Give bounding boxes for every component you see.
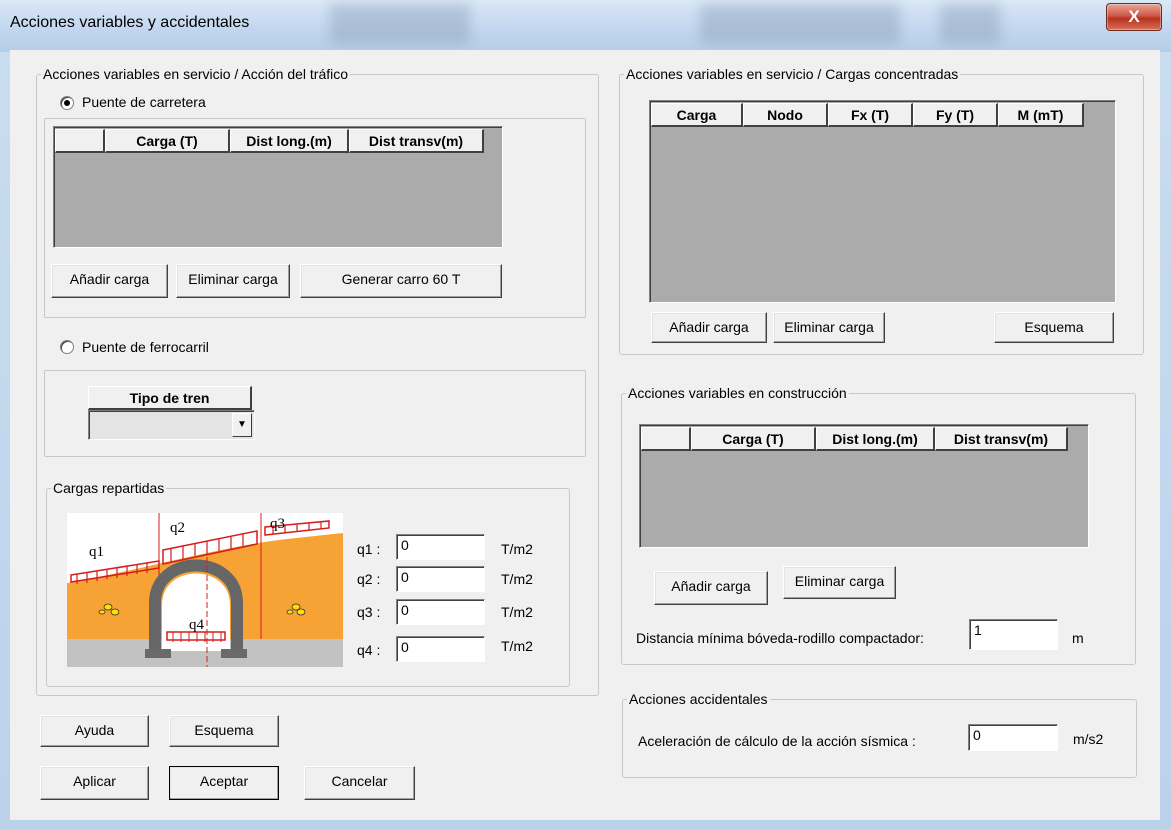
- cancel-button[interactable]: Cancelar: [304, 766, 415, 800]
- concentradas-col-m[interactable]: M (mT): [998, 103, 1084, 127]
- diagram-label-q4: q4: [189, 617, 205, 633]
- distance-unit: m: [1072, 630, 1084, 646]
- close-button[interactable]: X: [1106, 3, 1162, 31]
- q3-label: q3 :: [357, 604, 381, 620]
- construccion-col-dist-long[interactable]: Dist long.(m): [816, 427, 935, 451]
- trafico-col-dist-long[interactable]: Dist long.(m): [230, 129, 349, 153]
- generate-carro-button[interactable]: Generar carro 60 T: [300, 264, 502, 298]
- apply-button[interactable]: Aplicar: [40, 766, 149, 800]
- trafico-load-table[interactable]: Carga (T) Dist long.(m) Dist transv(m): [53, 126, 503, 248]
- trafico-legend: Acciones variables en servicio / Acción …: [43, 66, 349, 82]
- q1-unit: T/m2: [501, 541, 533, 557]
- q3-input[interactable]: 0: [396, 599, 485, 625]
- sismica-unit: m/s2: [1073, 731, 1104, 747]
- concentradas-col-carga[interactable]: Carga: [651, 103, 743, 127]
- tunnel-diagram: q1 q2 q3 q4: [67, 513, 343, 667]
- construccion-add-button[interactable]: Añadir carga: [654, 571, 768, 605]
- diagram-label-q2: q2: [170, 520, 185, 536]
- distance-label: Distancia mínima bóveda-rodillo compacta…: [636, 630, 924, 646]
- distance-input[interactable]: 1: [969, 619, 1058, 650]
- diagram-label-q1: q1: [89, 544, 104, 560]
- concentradas-add-button[interactable]: Añadir carga: [651, 312, 767, 343]
- concentradas-remove-button[interactable]: Eliminar carga: [773, 312, 885, 343]
- construccion-remove-button[interactable]: Eliminar carga: [783, 566, 896, 599]
- trafico-add-button[interactable]: Añadir carga: [51, 264, 168, 298]
- help-button[interactable]: Ayuda: [40, 715, 149, 747]
- q2-input[interactable]: 0: [396, 566, 485, 592]
- scheme-button[interactable]: Esquema: [169, 715, 279, 747]
- concentradas-col-fy[interactable]: Fy (T): [913, 103, 998, 127]
- q2-unit: T/m2: [501, 571, 533, 587]
- trafico-col-dist-transv[interactable]: Dist transv(m): [349, 129, 484, 153]
- chevron-down-icon[interactable]: ▼: [232, 413, 252, 437]
- q4-unit: T/m2: [501, 638, 533, 654]
- q2-label: q2 :: [357, 571, 381, 587]
- construccion-table[interactable]: Carga (T) Dist long.(m) Dist transv(m): [639, 424, 1089, 548]
- concentradas-table[interactable]: Carga Nodo Fx (T) Fy (T) M (mT): [649, 100, 1116, 303]
- concentradas-col-fx[interactable]: Fx (T): [828, 103, 913, 127]
- q4-input[interactable]: 0: [396, 636, 485, 662]
- concentradas-scheme-button[interactable]: Esquema: [994, 312, 1114, 343]
- construccion-legend: Acciones variables en construcción: [628, 385, 847, 401]
- construccion-col-carga[interactable]: Carga (T): [691, 427, 816, 451]
- tipo-tren-header: Tipo de tren: [88, 386, 252, 410]
- window-title: Acciones variables y accidentales: [10, 14, 250, 31]
- accidentales-legend: Acciones accidentales: [629, 691, 768, 707]
- q1-label: q1 :: [357, 541, 381, 557]
- radio-puente-carretera-label: Puente de carretera: [82, 94, 206, 110]
- q1-input[interactable]: 0: [396, 534, 485, 560]
- dialog-window: Acciones variables y accidentales X Acci…: [0, 0, 1171, 829]
- q4-label: q4 :: [357, 642, 381, 658]
- repartidas-legend: Cargas repartidas: [53, 480, 165, 496]
- trafico-remove-button[interactable]: Eliminar carga: [176, 264, 290, 298]
- radio-puente-ferrocarril-label: Puente de ferrocarril: [82, 339, 209, 355]
- title-bar: Acciones variables y accidentales X: [0, 0, 1171, 52]
- sismica-input[interactable]: 0: [968, 724, 1058, 751]
- concentradas-col-nodo[interactable]: Nodo: [743, 103, 828, 127]
- accept-button[interactable]: Aceptar: [169, 766, 279, 800]
- trafico-col-carga[interactable]: Carga (T): [105, 129, 230, 153]
- construccion-col-dist-transv[interactable]: Dist transv(m): [935, 427, 1068, 451]
- dialog-body: Acciones variables en servicio / Acción …: [10, 50, 1160, 820]
- radio-puente-ferrocarril[interactable]: [60, 340, 74, 354]
- tipo-tren-select[interactable]: ▼: [88, 410, 255, 440]
- concentradas-legend: Acciones variables en servicio / Cargas …: [626, 66, 959, 82]
- q3-unit: T/m2: [501, 604, 533, 620]
- diagram-label-q3: q3: [270, 516, 285, 532]
- trafico-table-corner: [55, 129, 105, 153]
- sismica-label: Aceleración de cálculo de la acción sísm…: [638, 733, 916, 749]
- construccion-table-corner: [641, 427, 691, 451]
- radio-puente-carretera[interactable]: [60, 96, 74, 110]
